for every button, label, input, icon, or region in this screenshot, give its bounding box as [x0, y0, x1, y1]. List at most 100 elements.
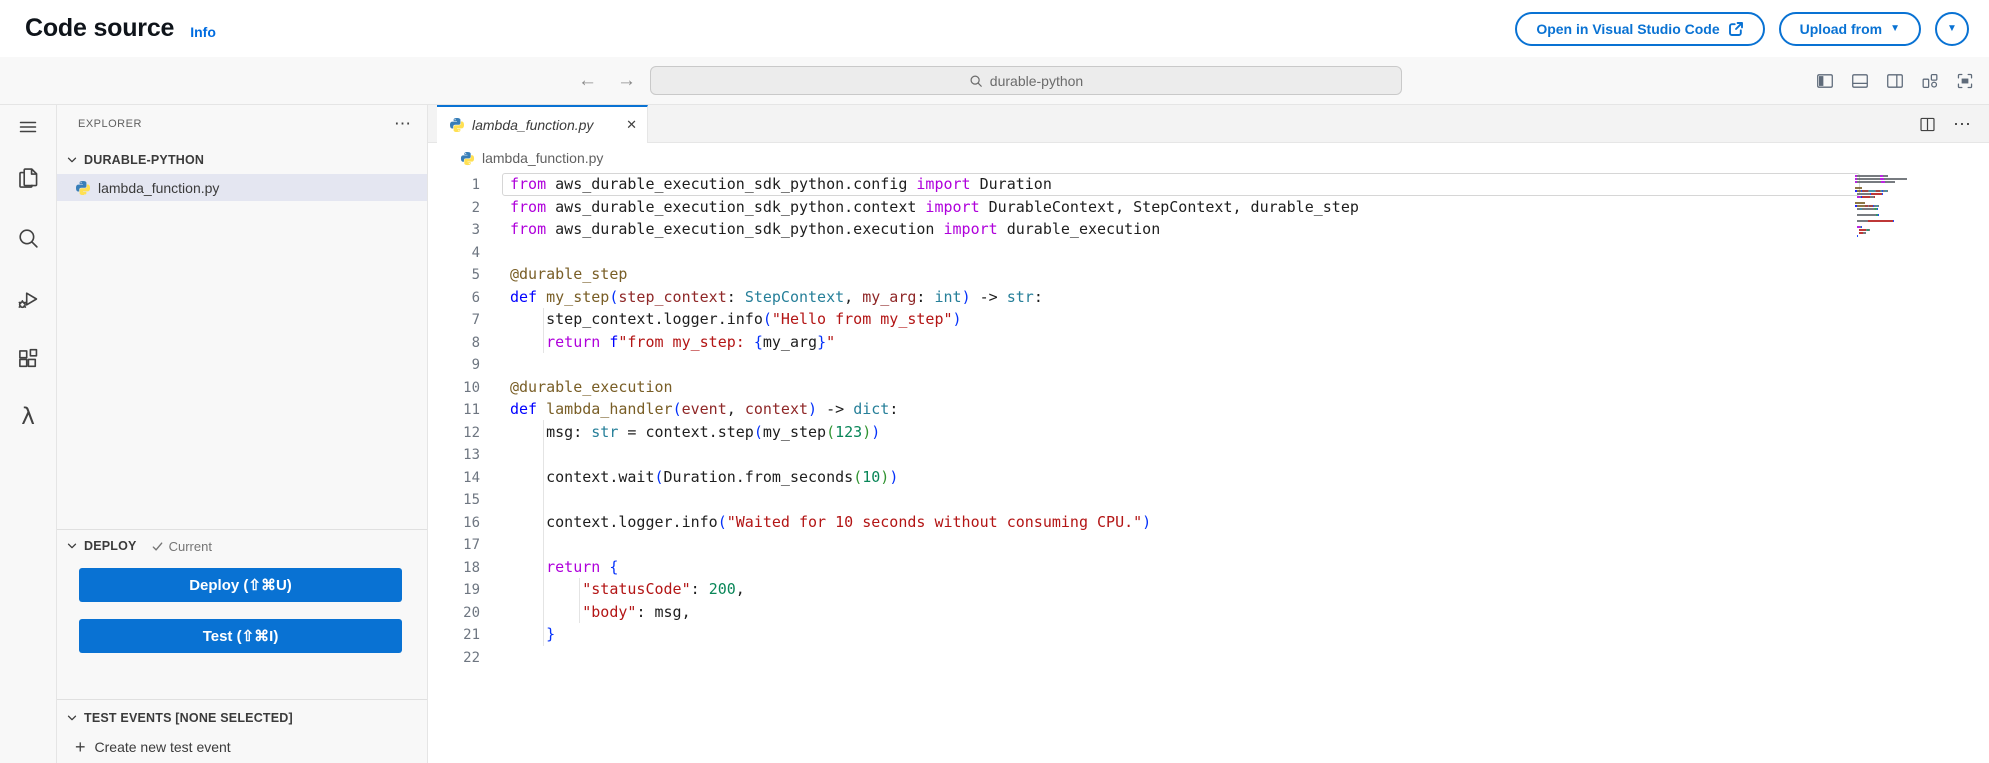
workspace-search-label: durable-python: [989, 72, 1084, 89]
customize-layout-icon[interactable]: [1920, 71, 1940, 91]
file-name: lambda_function.py: [98, 179, 220, 196]
code-line[interactable]: 6 def my_step(step_context: StepContext, …: [428, 286, 1989, 309]
line-number: 3: [471, 222, 480, 238]
run-debug-icon[interactable]: [0, 284, 56, 314]
line-number: 15: [463, 492, 480, 508]
code-content[interactable]: 1 from aws_durable_execution_sdk_python.c…: [428, 173, 1989, 668]
line-number: 19: [463, 582, 480, 598]
menu-icon[interactable]: [0, 112, 56, 142]
line-number: 10: [463, 379, 480, 396]
layout-controls: [1815, 57, 1975, 104]
explorer-more-actions-icon[interactable]: ⋯: [394, 111, 411, 137]
code-line[interactable]: 14 context.wait(Duration.from_seconds(10…: [428, 466, 1989, 489]
line-number: 11: [463, 402, 480, 418]
fullscreen-icon[interactable]: [1955, 71, 1975, 91]
code-line[interactable]: 8 return f"from my_step: {my_arg}": [428, 331, 1989, 354]
code-line[interactable]: 11 def lambda_handler(event, context) -> …: [428, 398, 1989, 421]
code-line[interactable]: 1 from aws_durable_execution_sdk_python.c…: [428, 173, 1989, 196]
editor-chrome-bar: ← → durable-python: [0, 57, 1989, 105]
workspace-folder-row[interactable]: DURABLE-PYTHON: [57, 147, 427, 173]
line-number: 14: [463, 469, 480, 486]
file-row-lambda-function[interactable]: lambda_function.py: [57, 174, 427, 201]
python-file-icon: [76, 180, 90, 195]
code-line[interactable]: 2 from aws_durable_execution_sdk_python.c…: [428, 196, 1989, 219]
line-number: 5: [471, 267, 480, 283]
code-line[interactable]: 10 @durable_execution: [428, 376, 1989, 399]
code-line[interactable]: 16 context.logger.info("Waited for 10 se…: [428, 511, 1989, 534]
explorer-files-icon[interactable]: [0, 163, 56, 193]
create-test-event-button[interactable]: + Create new test event: [57, 734, 427, 760]
line-number: 1: [471, 177, 480, 193]
line-number: 12: [463, 424, 480, 441]
code-line[interactable]: 12 msg: str = context.step(my_step(123)): [428, 421, 1989, 444]
tab-bar: lambda_function.py ✕ ⋯: [428, 105, 1989, 143]
code-line[interactable]: 19 "statusCode": 200,: [428, 578, 1989, 601]
aws-lambda-icon[interactable]: λ: [0, 402, 56, 432]
python-file-icon: [460, 151, 475, 165]
line-number: 7: [471, 312, 480, 328]
minimap[interactable]: [1855, 175, 1951, 241]
tab-lambda-function[interactable]: lambda_function.py ✕: [437, 105, 648, 143]
caret-down-icon: ▼: [1947, 22, 1957, 34]
code-line[interactable]: 20 "body": msg,: [428, 601, 1989, 624]
plus-icon: +: [75, 736, 86, 757]
line-number: 17: [463, 537, 480, 553]
more-actions-button[interactable]: ▼: [1935, 11, 1969, 46]
caret-down-icon: ▼: [1890, 22, 1900, 34]
line-number: 16: [463, 514, 480, 531]
search-sidebar-icon[interactable]: [0, 223, 56, 253]
command-center-search[interactable]: durable-python: [650, 66, 1402, 95]
code-line[interactable]: 4: [428, 241, 1989, 264]
breadcrumb: lambda_function.py: [428, 143, 1989, 173]
header-actions: Open in Visual Studio Code Upload from ▼…: [1515, 11, 1969, 46]
external-link-icon: [1728, 21, 1744, 37]
code-line[interactable]: 9: [428, 353, 1989, 376]
deploy-section-header[interactable]: DEPLOY Current: [57, 533, 427, 559]
code-line[interactable]: 22: [428, 646, 1989, 669]
toggle-sidebar-icon[interactable]: [1815, 71, 1835, 91]
section-divider: [57, 529, 427, 530]
deploy-status: Current: [151, 539, 212, 554]
code-line[interactable]: 18 return {: [428, 556, 1989, 579]
line-number: 6: [471, 289, 480, 306]
breadcrumb-file[interactable]: lambda_function.py: [482, 150, 603, 166]
info-link[interactable]: Info: [190, 24, 216, 40]
section-divider: [57, 699, 427, 700]
code-editor: lambda_function.py ✕ ⋯ lambda_function.p…: [428, 105, 1989, 763]
line-number: 13: [463, 447, 480, 463]
test-button[interactable]: Test (⇧⌘I): [79, 619, 402, 653]
test-events-section-header[interactable]: TEST EVENTS [NONE SELECTED]: [57, 705, 427, 731]
code-line[interactable]: 7 step_context.logger.info("Hello from m…: [428, 308, 1989, 331]
open-in-vscode-button[interactable]: Open in Visual Studio Code: [1515, 11, 1765, 46]
code-line[interactable]: 15: [428, 488, 1989, 511]
line-number: 9: [471, 357, 480, 373]
deploy-title: DEPLOY: [84, 539, 137, 553]
upload-from-button[interactable]: Upload from ▼: [1778, 11, 1921, 46]
more-actions-icon[interactable]: ⋯: [1953, 114, 1971, 135]
workspace-name: DURABLE-PYTHON: [84, 153, 205, 167]
forward-arrow-button[interactable]: →: [617, 70, 636, 92]
back-arrow-button[interactable]: ←: [578, 70, 597, 92]
search-icon: [969, 74, 983, 88]
toggle-panel-icon[interactable]: [1850, 71, 1870, 91]
tab-label: lambda_function.py: [472, 117, 594, 133]
lambda-code-editor-page: Code source Info Open in Visual Studio C…: [0, 0, 1989, 763]
console-header: Code source Info Open in Visual Studio C…: [0, 0, 1989, 57]
code-line[interactable]: 17: [428, 533, 1989, 556]
line-number: 18: [463, 559, 480, 576]
toggle-secondary-sidebar-icon[interactable]: [1885, 71, 1905, 91]
line-number: 8: [471, 334, 480, 351]
deploy-button[interactable]: Deploy (⇧⌘U): [79, 568, 402, 602]
explorer-title: EXPLORER: [78, 118, 142, 130]
code-line[interactable]: 13: [428, 443, 1989, 466]
code-line[interactable]: 5 @durable_step: [428, 263, 1989, 286]
split-editor-icon[interactable]: [1918, 115, 1937, 134]
code-line[interactable]: 21 }: [428, 623, 1989, 646]
activity-bar: λ: [0, 105, 57, 763]
extensions-icon[interactable]: [0, 344, 56, 374]
line-number: 22: [463, 649, 480, 666]
close-tab-icon[interactable]: ✕: [626, 117, 637, 133]
editor-actions: ⋯: [1918, 105, 1971, 143]
code-line[interactable]: 3 from aws_durable_execution_sdk_python.e…: [428, 218, 1989, 241]
test-events-title: TEST EVENTS [NONE SELECTED]: [84, 711, 293, 725]
